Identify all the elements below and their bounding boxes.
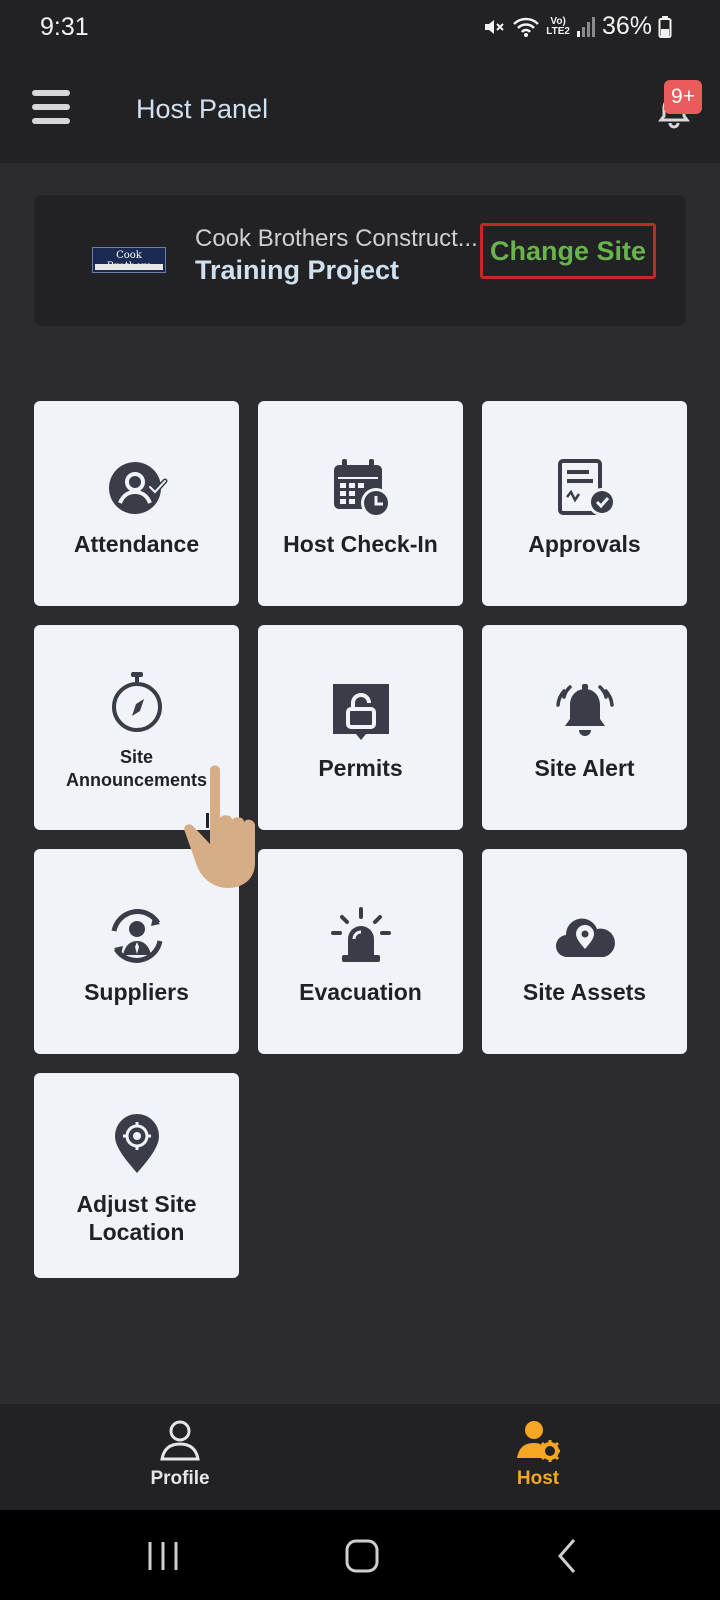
wifi-icon — [513, 17, 540, 37]
tile-label-suppliers: Suppliers — [84, 979, 189, 1005]
nav-profile[interactable]: Profile — [80, 1404, 280, 1510]
network-label-top: Vo) — [550, 15, 566, 27]
supplier-cycle-icon — [111, 909, 163, 963]
profile-icon — [160, 1420, 200, 1461]
page-title: Host Panel — [136, 94, 269, 124]
stopwatch-compass-icon — [112, 672, 162, 732]
status-indicators: Vo) LTE2 36% — [482, 12, 672, 41]
notification-badge: 9+ — [664, 80, 702, 114]
company-name: Cook Brothers Construct... — [195, 225, 478, 252]
logo-stripe — [95, 264, 163, 270]
project-name: Training Project — [195, 255, 400, 285]
home-icon[interactable] — [340, 1534, 384, 1578]
host-settings-icon — [517, 1421, 560, 1462]
padlock-icon — [333, 684, 389, 740]
tile-label-attendance: Attendance — [73, 531, 200, 557]
siren-icon — [331, 907, 391, 962]
tile-label-approvals: Approvals — [528, 531, 641, 557]
nav-label-host: Host — [516, 1468, 560, 1489]
status-time: 9:31 — [40, 13, 89, 41]
tile-host-check-in[interactable]: Host Check-In — [258, 401, 463, 606]
battery-percent: 36% — [601, 12, 652, 40]
tile-evacuation[interactable]: Evacuation — [258, 849, 463, 1054]
alarm-bell-icon — [556, 684, 614, 736]
company-logo: Cook Brothers — [92, 247, 166, 273]
signal-icon — [576, 16, 595, 37]
network-label-bottom: LTE2 — [546, 25, 570, 37]
tile-label-host-check-in: Host Check-In — [283, 531, 438, 557]
attendance-icon — [109, 462, 168, 514]
app-bar: Host Panel — [0, 58, 720, 163]
recent-apps-icon[interactable] — [141, 1534, 185, 1578]
tile-label-site-assets: Site Assets — [522, 979, 647, 1005]
change-site-button[interactable]: Change Site — [480, 223, 656, 279]
tile-label-adjust-site-location: Adjust Site Location — [76, 1191, 197, 1245]
site-card: Cook Brothers Cook Brothers Construct...… — [34, 195, 686, 326]
tile-label-site-alert: Site Alert — [534, 755, 635, 781]
tile-label-permits: Permits — [318, 755, 403, 781]
touch-hand-icon — [184, 765, 255, 888]
system-nav-bar — [0, 1510, 720, 1600]
network-label: Vo) LTE2 — [546, 15, 570, 37]
back-icon[interactable] — [546, 1534, 590, 1578]
menu-button[interactable] — [32, 90, 72, 130]
location-pin-icon — [115, 1114, 159, 1173]
tile-site-assets[interactable]: Site Assets — [482, 849, 687, 1054]
bottom-nav: Profile Host — [0, 1404, 720, 1510]
tile-adjust-site-location[interactable]: Adjust Site Location — [34, 1073, 239, 1278]
approval-document-icon — [558, 459, 616, 516]
calendar-clock-icon — [334, 459, 391, 518]
tile-permits[interactable]: Permits — [258, 625, 463, 830]
tile-attendance[interactable]: Attendance — [34, 401, 239, 606]
battery-icon — [658, 15, 672, 38]
tile-site-alert[interactable]: Site Alert — [482, 625, 687, 830]
nav-label-profile: Profile — [150, 1468, 210, 1489]
tile-approvals[interactable]: Approvals — [482, 401, 687, 606]
cloud-pin-icon — [555, 918, 615, 958]
mute-icon — [485, 19, 504, 34]
status-bar: 9:31 Vo) LTE2 36% — [0, 0, 720, 58]
tile-label-evacuation: Evacuation — [299, 979, 422, 1005]
nav-host[interactable]: Host — [438, 1404, 638, 1510]
